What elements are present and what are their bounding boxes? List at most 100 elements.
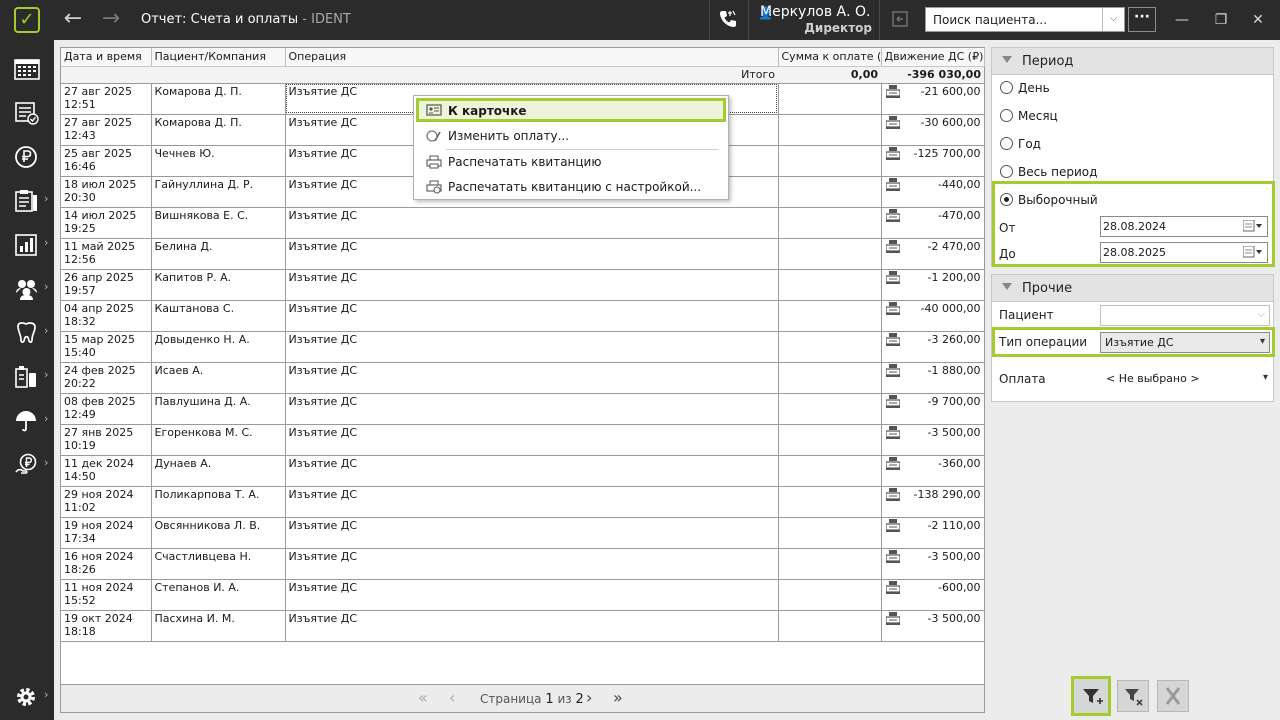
cell-patient[interactable]: Довыденко Н. А.: [151, 331, 286, 363]
next-page-icon[interactable]: ›: [586, 689, 592, 707]
sidebar-item-staff[interactable]: ›: [0, 268, 54, 308]
table-row[interactable]: 11 дек 2024 14:50 Дунаев А. Изъятие ДС -360,…: [61, 455, 985, 487]
cell-operation[interactable]: Изъятие ДС: [285, 517, 779, 549]
cell-sum[interactable]: [778, 579, 882, 611]
menu-item-open-card[interactable]: К карточке: [416, 98, 726, 122]
last-page-icon[interactable]: »: [613, 689, 623, 707]
cell-patient[interactable]: Степанов И. А.: [151, 579, 286, 611]
cell-cash-flow[interactable]: -470,00: [881, 207, 985, 239]
table-row[interactable]: 19 окт 2024 18:18 Пасхина И. М. Изъятие ДС -…: [61, 610, 985, 642]
cell-cash-flow[interactable]: -40 000,00: [881, 300, 985, 332]
cell-date[interactable]: 18 июл 2025 20:30: [61, 176, 152, 208]
undo-history-icon[interactable]: [889, 8, 911, 30]
cell-date[interactable]: 11 ноя 2024 15:52: [61, 579, 152, 611]
cell-operation[interactable]: Изъятие ДС: [285, 207, 779, 239]
cell-cash-flow[interactable]: -1 880,00: [881, 362, 985, 394]
sidebar-item-insurance[interactable]: ›: [0, 400, 54, 440]
cell-sum[interactable]: [778, 145, 882, 177]
calendar-icon[interactable]: [1243, 246, 1263, 258]
cell-patient[interactable]: Овсянникова Л. В.: [151, 517, 286, 549]
cell-patient[interactable]: Белина Д.: [151, 238, 286, 270]
cell-sum[interactable]: [778, 424, 882, 456]
sidebar-item-schedule[interactable]: [0, 48, 54, 88]
section-period-header[interactable]: Период: [991, 47, 1274, 75]
cell-cash-flow[interactable]: -9 700,00: [881, 393, 985, 425]
cell-patient[interactable]: Исаев А.: [151, 362, 286, 394]
cell-date[interactable]: 29 ноя 2024 11:02: [61, 486, 152, 518]
menu-item-edit-payment[interactable]: Изменить оплату...: [416, 124, 726, 148]
cell-date[interactable]: 25 авг 2025 16:46: [61, 145, 152, 177]
cell-date[interactable]: 11 май 2025 12:56: [61, 238, 152, 270]
cell-cash-flow[interactable]: -360,00: [881, 455, 985, 487]
restore-icon[interactable]: ❐: [1211, 10, 1231, 30]
cell-date[interactable]: 14 июл 2025 19:25: [61, 207, 152, 239]
sidebar-item-payroll[interactable]: ›: [0, 444, 54, 484]
table-row[interactable]: 26 апр 2025 19:57 Капитов Р. А. Изъятие ДС -…: [61, 269, 985, 301]
cell-cash-flow[interactable]: -3 500,00: [881, 610, 985, 642]
cell-cash-flow[interactable]: -3 500,00: [881, 548, 985, 580]
phone-icon[interactable]: [717, 8, 739, 30]
apply-filter-button[interactable]: [1071, 676, 1111, 716]
cell-operation[interactable]: Изъятие ДС: [285, 548, 779, 580]
cell-operation[interactable]: Изъятие ДС: [285, 424, 779, 456]
prev-page-icon[interactable]: ‹: [449, 689, 455, 707]
cell-patient[interactable]: Капитов Р. А.: [151, 269, 286, 301]
minimize-icon[interactable]: —: [1172, 10, 1192, 30]
cell-sum[interactable]: [778, 114, 882, 146]
cell-cash-flow[interactable]: -440,00: [881, 176, 985, 208]
cell-patient[interactable]: Комарова Д. П.: [151, 114, 286, 146]
more-button[interactable]: ···: [1128, 7, 1156, 32]
sidebar-item-warehouse[interactable]: ›: [0, 356, 54, 396]
cell-patient[interactable]: Пасхина И. М.: [151, 610, 286, 642]
cell-sum[interactable]: [778, 362, 882, 394]
cell-patient[interactable]: Павлушина Д. А.: [151, 393, 286, 425]
section-other-header[interactable]: Прочие: [991, 274, 1274, 302]
cell-cash-flow[interactable]: -30 600,00: [881, 114, 985, 146]
reset-filter-button[interactable]: [1117, 680, 1149, 712]
table-row[interactable]: 15 мар 2025 15:40 Довыденко Н. А. Изъятие Д…: [61, 331, 985, 363]
cell-patient[interactable]: Вишнякова Е. С.: [151, 207, 286, 239]
cell-date[interactable]: 24 фев 2025 20:22: [61, 362, 152, 394]
table-row[interactable]: 11 ноя 2024 15:52 Степанов И. А. Изъятие ДС…: [61, 579, 985, 611]
cell-date[interactable]: 27 авг 2025 12:43: [61, 114, 152, 146]
cell-date[interactable]: 04 апр 2025 18:32: [61, 300, 152, 332]
cell-patient[interactable]: Дунаев А.: [151, 455, 286, 487]
forward-arrow-icon[interactable]: →: [98, 7, 124, 33]
cell-date[interactable]: 27 авг 2025 12:51: [61, 83, 152, 115]
cell-patient[interactable]: Гайнуллина Д. Р.: [151, 176, 286, 208]
column-header-patient[interactable]: Пациент/Компания: [151, 48, 286, 67]
cell-operation[interactable]: Изъятие ДС: [285, 455, 779, 487]
user-name[interactable]: Меркулов А. О.: [760, 4, 870, 20]
cell-cash-flow[interactable]: -2 470,00: [881, 238, 985, 270]
column-header-cash-flow[interactable]: Движение ДС (₽): [881, 48, 985, 67]
table-row[interactable]: 08 фев 2025 12:49 Павлушина Д. А. Изъятие Д…: [61, 393, 985, 425]
cell-date[interactable]: 11 дек 2024 14:50: [61, 455, 152, 487]
to-date-field[interactable]: 28.08.2025: [1100, 242, 1268, 263]
sidebar-item-documents[interactable]: ›: [0, 180, 54, 220]
cell-patient[interactable]: Чечнев Ю.: [151, 145, 286, 177]
cell-operation[interactable]: Изъятие ДС: [285, 331, 779, 363]
menu-item-print-receipt[interactable]: Распечатать квитанцию: [416, 150, 726, 174]
column-header-date[interactable]: Дата и время: [61, 48, 152, 67]
from-date-field[interactable]: 28.08.2024: [1100, 216, 1268, 237]
cell-patient[interactable]: Каштанова С.: [151, 300, 286, 332]
patient-search[interactable]: Поиск пациента... ⌵: [925, 7, 1125, 32]
cell-sum[interactable]: [778, 548, 882, 580]
cell-date[interactable]: 26 апр 2025 19:57: [61, 269, 152, 301]
cell-cash-flow[interactable]: -2 110,00: [881, 517, 985, 549]
sidebar-item-finance[interactable]: [0, 136, 54, 176]
cell-sum[interactable]: [778, 83, 882, 115]
cell-cash-flow[interactable]: -600,00: [881, 579, 985, 611]
cell-sum[interactable]: [778, 207, 882, 239]
cell-sum[interactable]: [778, 517, 882, 549]
cell-sum[interactable]: [778, 486, 882, 518]
cell-cash-flow[interactable]: -21 600,00: [881, 83, 985, 115]
cell-operation[interactable]: Изъятие ДС: [285, 269, 779, 301]
cell-operation[interactable]: Изъятие ДС: [285, 300, 779, 332]
cell-sum[interactable]: [778, 610, 882, 642]
sidebar-item-settings[interactable]: ›: [0, 676, 54, 716]
first-page-icon[interactable]: «: [418, 689, 428, 707]
table-row[interactable]: 19 ноя 2024 17:34 Овсянникова Л. В. Изъятие…: [61, 517, 985, 549]
menu-item-print-receipt-settings[interactable]: Распечатать квитанцию с настройкой...: [416, 175, 726, 199]
column-header-operation[interactable]: Операция: [285, 48, 779, 67]
